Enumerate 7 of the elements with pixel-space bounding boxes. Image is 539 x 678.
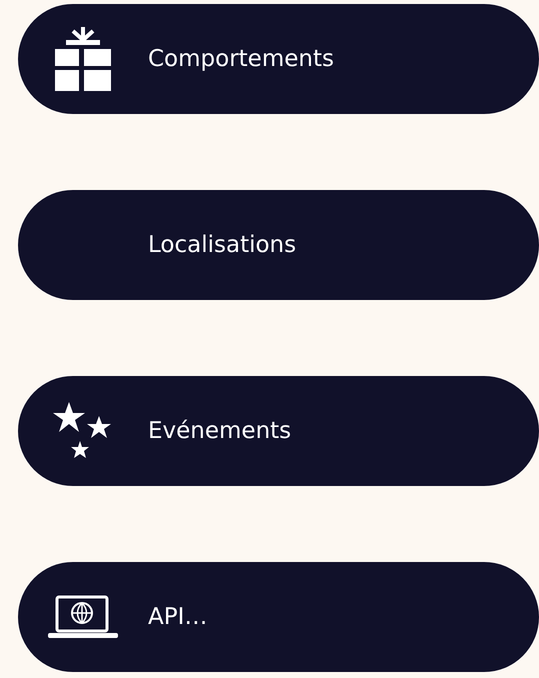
laptop-icon xyxy=(47,595,119,639)
menu-button[interactable]: Evénements xyxy=(18,376,539,486)
stars-icon xyxy=(53,402,113,460)
menu-button[interactable]: Comportements xyxy=(18,4,539,114)
menu-button[interactable]: API… xyxy=(18,562,539,672)
gift-icon xyxy=(55,27,111,91)
menu-button[interactable]: Localisations xyxy=(18,190,539,300)
